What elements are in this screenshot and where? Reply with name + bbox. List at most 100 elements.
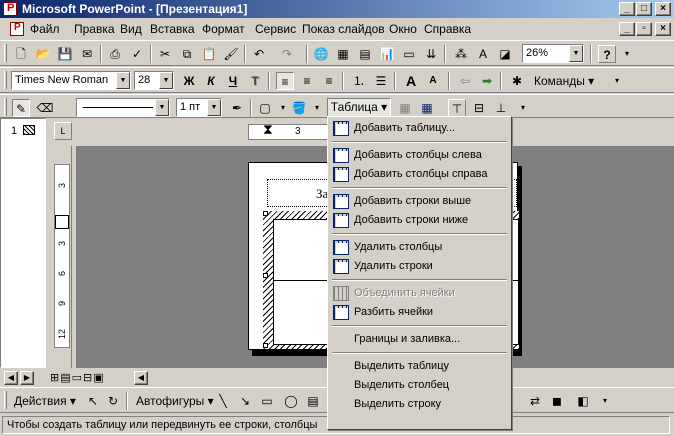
hyperlink-icon[interactable]: 🌐: [312, 45, 330, 63]
copy-icon[interactable]: ⧉: [178, 45, 196, 63]
bullets-icon[interactable]: ☰: [372, 72, 390, 90]
print-icon[interactable]: ⎙: [106, 45, 124, 63]
hscroll-left-icon[interactable]: ◀: [134, 371, 148, 385]
pane-splitter[interactable]: [46, 118, 54, 368]
menu-edit[interactable]: Правка: [74, 22, 115, 36]
menu-tools[interactable]: Сервис: [255, 22, 296, 36]
table-menu-button[interactable]: Таблица ▾: [327, 98, 391, 117]
new-slide-icon[interactable]: ▭: [400, 45, 418, 63]
menu-format[interactable]: Формат: [202, 22, 245, 36]
menu-help[interactable]: Справка: [424, 22, 471, 36]
toolbar-grip[interactable]: [4, 98, 7, 116]
resize-handle[interactable]: [263, 343, 268, 348]
color-icon[interactable]: ◪: [496, 45, 514, 63]
merge-cells-toolbar-icon[interactable]: ▦: [396, 99, 414, 117]
chevron-down-icon[interactable]: ▼: [159, 72, 173, 89]
align-middle-icon[interactable]: ⊟: [470, 99, 488, 117]
3d-icon[interactable]: ◧: [574, 392, 592, 410]
slide-pane[interactable]: 1: [0, 118, 46, 368]
toolbar-grip[interactable]: [4, 71, 7, 89]
help-button[interactable]: ?: [598, 45, 616, 63]
show-formatting-icon[interactable]: ⁂: [452, 45, 470, 63]
font-combo[interactable]: Times New Roman ▼: [11, 71, 131, 90]
table-menu-item-5[interactable]: Добавить строки выше: [330, 192, 509, 211]
vertical-marker[interactable]: [55, 215, 69, 229]
toolbar-options-icon[interactable]: ▾: [596, 392, 614, 410]
horizontal-ruler[interactable]: 3 ⧗: [248, 121, 328, 140]
open-icon[interactable]: 📂: [34, 45, 52, 63]
indent-marker-icon[interactable]: ⧗: [263, 121, 273, 138]
insert-chart-icon[interactable]: 📊: [378, 45, 396, 63]
expand-icon[interactable]: ⇊: [422, 45, 440, 63]
undo-icon[interactable]: ↶: [250, 45, 268, 63]
zoom-combo[interactable]: 26% ▼: [522, 44, 584, 63]
bold-button[interactable]: Ж: [180, 72, 198, 90]
align-right-icon[interactable]: ≡: [320, 72, 338, 90]
view-buttons[interactable]: ⊞▤▭⊟▣: [50, 371, 105, 384]
decrease-font-button[interactable]: A: [424, 72, 442, 90]
vertical-ruler[interactable]: 3 3 6 9 12: [54, 164, 70, 348]
menu-insert[interactable]: Вставка: [150, 22, 195, 36]
table-menu-item-14[interactable]: Границы и заливка...: [330, 330, 509, 349]
powerpoint-app-icon[interactable]: [3, 2, 17, 16]
maximize-button[interactable]: □: [636, 2, 652, 16]
email-icon[interactable]: ✉: [78, 45, 96, 63]
redo-icon[interactable]: ↷: [278, 45, 296, 63]
autoshapes-menu[interactable]: Автофигуры ▾: [136, 394, 214, 408]
menu-slideshow[interactable]: Показ слайдов: [302, 22, 385, 36]
italic-button[interactable]: К: [202, 72, 220, 90]
align-center-icon[interactable]: ≡: [298, 72, 316, 90]
table-menu-item-18[interactable]: Выделить строку: [330, 395, 509, 414]
toolbar-options-icon[interactable]: ▾: [618, 45, 636, 63]
table-menu-item-17[interactable]: Выделить столбец: [330, 376, 509, 395]
format-painter-icon[interactable]: 🖌: [222, 45, 240, 63]
menu-view[interactable]: Вид: [120, 22, 142, 36]
draw-table-icon[interactable]: ✎: [12, 99, 30, 117]
table-menu-item-12[interactable]: Разбить ячейки: [330, 303, 509, 322]
line-style-combo[interactable]: ▼: [76, 98, 170, 117]
paste-icon[interactable]: 📋: [200, 45, 218, 63]
table-menu-item-2[interactable]: Добавить столбцы слева: [330, 146, 509, 165]
table-menu-item-16[interactable]: Выделить таблицу: [330, 357, 509, 376]
promote-icon[interactable]: ⇦: [456, 72, 474, 90]
toolbar-grip[interactable]: [4, 391, 7, 409]
chevron-down-icon[interactable]: ▼: [569, 45, 583, 62]
document-icon[interactable]: [10, 22, 24, 36]
animation-icon[interactable]: ✱: [508, 72, 526, 90]
font-size-combo[interactable]: 28 ▼: [134, 71, 174, 90]
borders-icon[interactable]: ▢: [256, 99, 274, 117]
save-icon[interactable]: 💾: [56, 45, 74, 63]
textbox-icon[interactable]: ▤: [304, 392, 322, 410]
scroll-right-icon[interactable]: ▶: [20, 371, 34, 385]
tab-selector[interactable]: L: [54, 122, 72, 140]
align-bottom-icon[interactable]: ⊥: [492, 99, 510, 117]
rotate-icon[interactable]: ↻: [104, 392, 122, 410]
toolbar-options-icon[interactable]: ▾: [608, 72, 626, 90]
menu-file[interactable]: Файл: [30, 22, 60, 36]
table-menu-item-6[interactable]: Добавить строки ниже: [330, 211, 509, 230]
shadow-button[interactable]: Т: [246, 72, 264, 90]
actions-menu[interactable]: Действия ▾: [14, 394, 76, 408]
doc-close-button[interactable]: ×: [655, 22, 671, 36]
slide-thumbnail[interactable]: [23, 125, 35, 135]
rectangle-icon[interactable]: ▭: [258, 392, 276, 410]
resize-handle[interactable]: [263, 211, 268, 216]
scroll-left-icon[interactable]: ◀: [4, 371, 18, 385]
select-arrow-icon[interactable]: ↖: [84, 392, 102, 410]
align-top-icon[interactable]: ⊤: [448, 99, 466, 117]
table-menu-item-9[interactable]: Удалить строки: [330, 257, 509, 276]
doc-restore-button[interactable]: ▫: [636, 22, 652, 36]
table-menu-item-11[interactable]: Объединить ячейки: [330, 284, 509, 303]
menu-window[interactable]: Окно: [389, 22, 417, 36]
cut-icon[interactable]: ✂: [156, 45, 174, 63]
numbering-icon[interactable]: ⒈: [350, 72, 368, 90]
shadow-icon[interactable]: ◼: [548, 392, 566, 410]
demote-icon[interactable]: ➡: [478, 72, 496, 90]
grayscale-icon[interactable]: A: [474, 45, 492, 63]
fill-color-icon[interactable]: 🪣: [290, 99, 308, 117]
chevron-down-icon[interactable]: ▼: [116, 72, 130, 89]
doc-minimize-button[interactable]: _: [619, 22, 635, 36]
eraser-icon[interactable]: ⌫: [36, 99, 54, 117]
border-color-icon[interactable]: ✒: [228, 99, 246, 117]
underline-button[interactable]: Ч: [224, 72, 242, 90]
